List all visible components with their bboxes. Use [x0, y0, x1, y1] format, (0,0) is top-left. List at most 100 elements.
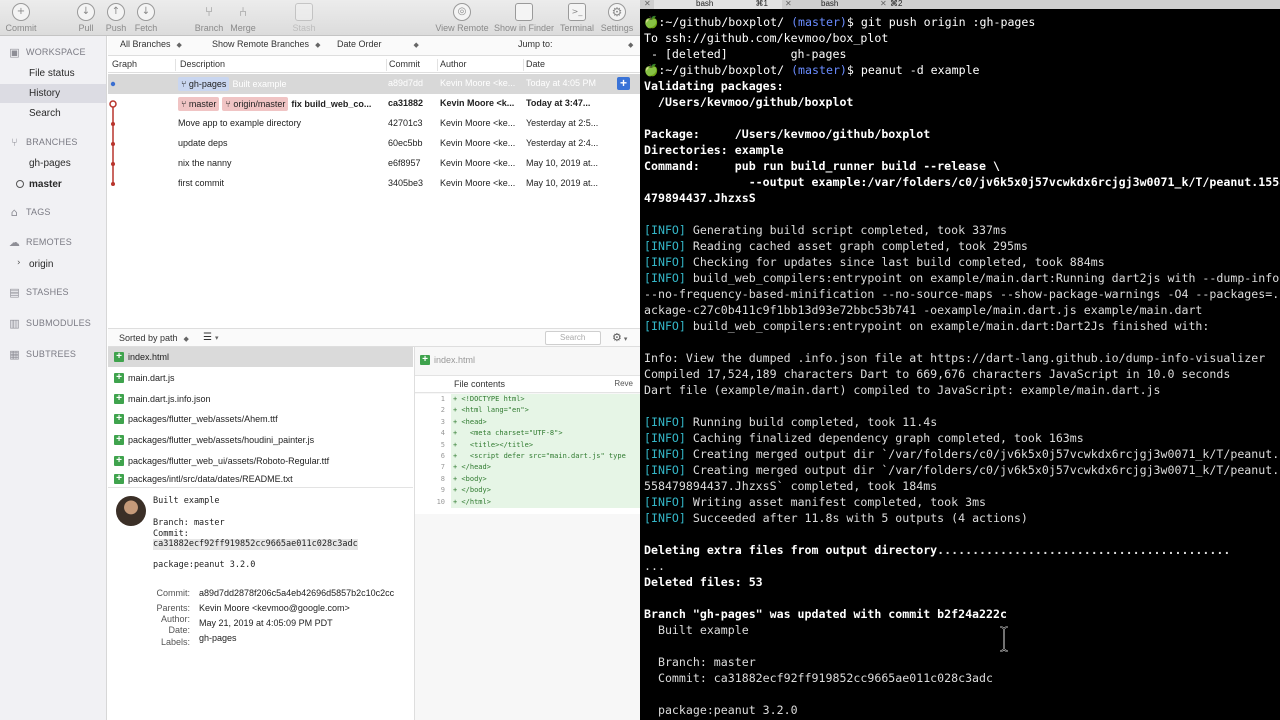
terminal-text: --output example:/var/folders/c0/jv6k5x0… — [644, 175, 1280, 189]
terminal-tab-1[interactable]: bash ⌘1 — [654, 0, 782, 9]
reverse-hunk-button[interactable]: Reve — [614, 379, 633, 388]
date-column-header[interactable]: Date — [524, 59, 640, 71]
terminal-line: Dart file (example/main.dart) compiled t… — [644, 382, 1161, 398]
file-row[interactable]: + packages/intl/src/data/dates/README.txt — [108, 471, 413, 487]
ibeam-cursor-icon — [999, 626, 1009, 652]
parents-value[interactable]: Kevin Moore <kevmoo@google.com> — [199, 603, 350, 613]
terminal-tab-3[interactable]: ⌘2 — [890, 0, 930, 9]
sidebar-item-gh-pages[interactable]: gh-pages — [0, 154, 106, 173]
tags-section[interactable]: ⌂ TAGS — [8, 204, 51, 220]
view-mode-dropdown[interactable]: ☰ ▾ — [203, 332, 218, 343]
show-in-finder-button[interactable]: Show in Finder — [493, 0, 555, 36]
diff-line: 5 + <title></title> — [415, 439, 640, 451]
terminal-tab-bar: ✕ bash ⌘1 ✕ bash ✕ ⌘2 — [640, 0, 1280, 9]
commit-row[interactable]: ⑂ gh-pages Built example a89d7dd Kevin Mo… — [108, 74, 640, 94]
show-in-finder-label: Show in Finder — [493, 23, 555, 33]
author-column-header[interactable]: Author — [438, 59, 524, 71]
file-row[interactable]: + main.dart.js.info.json — [108, 389, 413, 409]
graph-node — [111, 142, 115, 146]
sidebar-item-history[interactable]: History — [0, 84, 106, 103]
added-file-icon: + — [114, 373, 124, 383]
pull-button[interactable]: ↓ Pull — [74, 0, 98, 36]
gear-icon: ⚙ — [608, 3, 626, 21]
stash-button[interactable]: Stash — [289, 0, 319, 36]
settings-button[interactable]: ⚙ Settings — [598, 0, 636, 36]
subtrees-section[interactable]: ▦ SUBTREES — [8, 346, 76, 362]
terminal-text: [INFO] — [644, 415, 686, 429]
commit-row[interactable]: nix the nanny e6f8957 Kevin Moore <ke...… — [108, 154, 640, 174]
branch-button[interactable]: ⑂ Branch — [194, 0, 224, 36]
terminal-tab-2[interactable]: bash — [795, 0, 885, 9]
terminal-line: [INFO] Caching finalized dependency grap… — [644, 430, 1084, 446]
jump-to-dropdown[interactable]: ◆ — [628, 39, 633, 49]
file-row[interactable]: + packages/flutter_web_ui/assets/Roboto-R… — [108, 451, 413, 471]
dropdown-icon: ◆ — [176, 41, 182, 49]
file-row[interactable]: + packages/flutter_web/assets/Ahem.ttf — [108, 409, 413, 429]
terminal-text: [INFO] — [644, 447, 686, 461]
added-file-icon: + — [114, 394, 124, 404]
toolbar: + Commit ↓ Pull ↑ Push ↓ Fetch ⑂ Branch … — [0, 0, 640, 36]
file-row[interactable]: + index.html — [108, 347, 413, 367]
description-column-header[interactable]: Description — [178, 59, 387, 71]
file-search-input[interactable]: Search — [545, 331, 601, 345]
commit-row[interactable]: Move app to example directory 42701c3 Ke… — [108, 114, 640, 134]
workspace-section[interactable]: ▣ WORKSPACE — [8, 44, 86, 60]
commit-column-header[interactable]: Commit — [387, 59, 438, 71]
diff-line: 4 + <meta charset="UTF-8"> — [415, 428, 640, 440]
commit-button[interactable]: + Commit — [6, 0, 37, 36]
terminal-text: Creating merged output dir `/var/folders… — [685, 463, 1280, 477]
diff-lines: 1 + <!DOCTYPE html> 2 + <html lang="en"> 3 + … — [415, 394, 640, 514]
remote-branches-dropdown[interactable]: Show Remote Branches ◆ — [212, 39, 320, 49]
commit-message-line: ca31882ecf92ff919852cc9665ae011c028c3adc — [153, 539, 358, 550]
terminal-button[interactable]: >_ Terminal — [558, 0, 596, 36]
stashes-section[interactable]: ▤ STASHES — [8, 284, 69, 300]
sidebar-item-master[interactable]: master — [0, 175, 106, 194]
sidebar-item-search[interactable]: Search — [0, 104, 106, 123]
merge-button[interactable]: ⑃ Merge — [228, 0, 258, 36]
branch-tag[interactable]: ⑂ master — [178, 97, 220, 111]
close-tab-icon[interactable]: ✕ — [785, 0, 792, 8]
labels-value[interactable]: gh-pages — [199, 633, 237, 643]
branches-section[interactable]: ⑂ BRANCHES — [8, 134, 78, 150]
commit-author: Kevin Moore <ke... — [440, 138, 516, 148]
commit-author: Kevin Moore <k... — [440, 98, 515, 108]
graph-column-header[interactable]: Graph — [110, 59, 176, 71]
terminal-line: 🍏:~/github/boxplot/ (master)$ git push o… — [644, 14, 1035, 30]
remote-origin-label: origin — [29, 259, 54, 270]
branch-master-label: master — [29, 179, 62, 190]
submodules-section[interactable]: ▥ SUBMODULES — [8, 315, 91, 331]
close-tab-icon[interactable]: ✕ — [644, 0, 651, 8]
file-path: packages/flutter_web/assets/houdini_pain… — [128, 435, 315, 445]
file-row[interactable]: + packages/flutter_web/assets/houdini_pai… — [108, 430, 413, 450]
file-options-button[interactable]: ⚙ ▾ — [612, 331, 627, 344]
fetch-button[interactable]: ↓ Fetch — [133, 0, 159, 36]
commit-row[interactable]: first commit 3405be3 Kevin Moore <ke... … — [108, 174, 640, 194]
push-button[interactable]: ↑ Push — [103, 0, 129, 36]
commit-column-headers: Graph Description Commit Author Date — [108, 56, 640, 73]
remotes-section[interactable]: ☁ REMOTES — [8, 234, 72, 250]
commit-date: May 10, 2019 at... — [526, 178, 599, 188]
terminal-line: Deleting extra files from output directo… — [644, 542, 1230, 558]
branches-filter-dropdown[interactable]: All Branches ◆ — [120, 39, 182, 49]
sourcetree-window: + Commit ↓ Pull ↑ Push ↓ Fetch ⑂ Branch … — [0, 0, 640, 720]
order-dropdown[interactable]: Date Order ◆ — [337, 39, 419, 49]
changed-files-list: + index.html + main.dart.js + main.dart.js.… — [108, 347, 413, 487]
commit-row[interactable]: ⑂ master ⑂ origin/master fix build_web_co.… — [108, 94, 640, 114]
view-remote-button[interactable]: ◎ View Remote — [434, 0, 490, 36]
chevron-right-icon[interactable]: › — [17, 258, 21, 268]
diff-file-header: + index.html — [415, 352, 640, 368]
commit-sha[interactable]: a89d7dd2878f206c5a4eb42696d5857b2c10c2cc — [199, 588, 394, 598]
file-row[interactable]: + main.dart.js — [108, 368, 413, 388]
sort-dropdown[interactable]: Sorted by path ◆ — [119, 333, 189, 343]
remote-branch-tag[interactable]: ⑂ origin/master — [222, 97, 289, 111]
sidebar-item-origin[interactable]: › origin — [0, 255, 106, 274]
commit-row[interactable]: update deps 60ec5bb Kevin Moore <ke... Y… — [108, 134, 640, 154]
terminal-text: Built example — [644, 623, 749, 637]
add-button[interactable]: + — [617, 77, 630, 90]
terminal-text: build_web_compilers:entrypoint on exampl… — [685, 319, 1210, 333]
branch-tag[interactable]: ⑂ gh-pages — [178, 77, 230, 91]
sidebar-item-file-status[interactable]: File status — [0, 64, 106, 83]
submodule-icon: ▥ — [9, 316, 20, 330]
added-code: + <html lang="en"> — [451, 405, 640, 417]
close-tab-icon[interactable]: ✕ — [880, 0, 887, 8]
